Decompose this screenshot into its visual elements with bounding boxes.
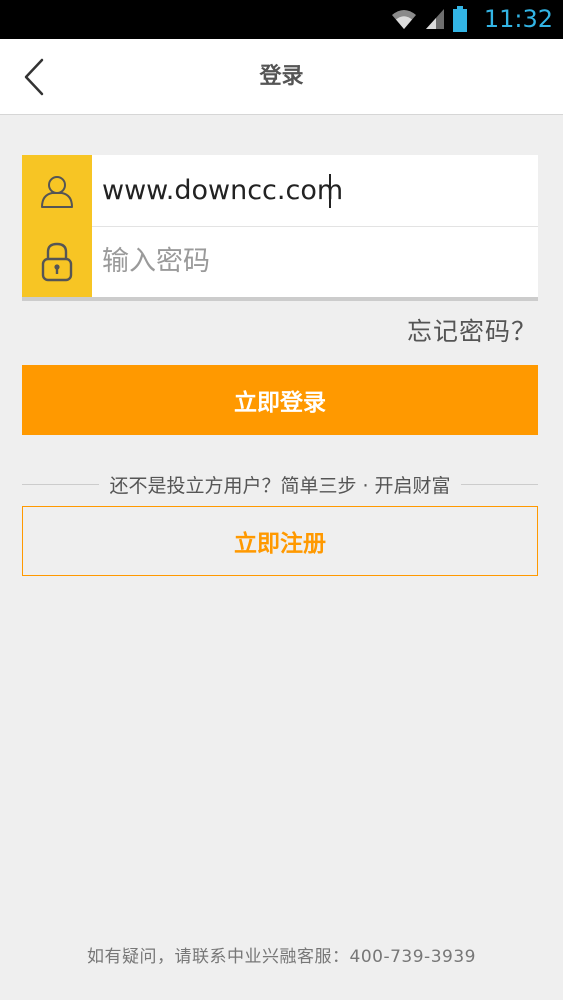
- footer-contact: 如有疑问，请联系中业兴融客服：400-739-3939: [87, 947, 476, 967]
- wifi-icon: [392, 10, 416, 29]
- status-bar: 11:32: [0, 0, 563, 39]
- register-prompt: 还不是投立方用户？简单三步 · 开启财富: [109, 474, 451, 497]
- username-row: [22, 155, 538, 227]
- register-prompt-row: 还不是投立方用户？简单三步 · 开启财富: [22, 470, 538, 498]
- signal-icon: [426, 9, 444, 29]
- status-icons: [390, 6, 468, 32]
- password-input[interactable]: [102, 226, 522, 297]
- status-time: 11:32: [483, 5, 553, 33]
- divider-line-right: [460, 483, 538, 485]
- login-card: [22, 155, 538, 301]
- username-icon-box: [22, 155, 92, 226]
- text-caret: [329, 174, 331, 208]
- lock-icon: [41, 242, 73, 281]
- divider-line-left: [22, 483, 100, 485]
- battery-icon: [453, 6, 467, 32]
- page-title: 登录: [259, 64, 304, 89]
- username-input[interactable]: [102, 155, 522, 226]
- password-row: [22, 226, 538, 297]
- user-icon: [41, 175, 73, 208]
- login-button[interactable]: 立即登录: [22, 365, 538, 435]
- password-icon-box: [22, 226, 92, 297]
- forgot-password-link[interactable]: 忘记密码？: [407, 312, 537, 348]
- register-button[interactable]: 立即注册: [22, 506, 538, 576]
- app-header: 登录: [0, 39, 563, 115]
